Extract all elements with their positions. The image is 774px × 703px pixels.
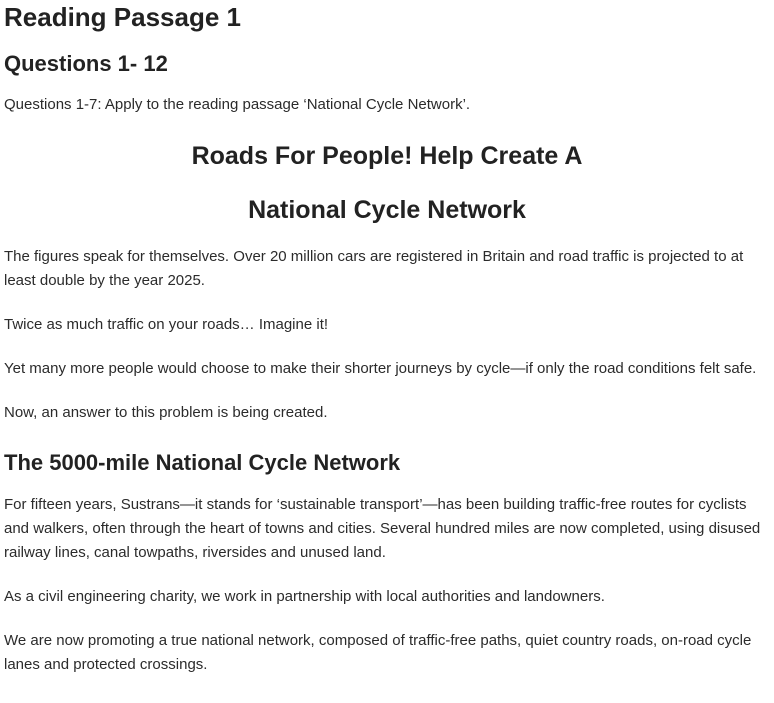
article-paragraph-4: Now, an answer to this problem is being … — [4, 404, 328, 421]
section-paragraph-1: For fifteen years, Sustrans—it stands fo… — [4, 496, 761, 561]
article: Roads For People! Help Create A National… — [4, 141, 770, 677]
section-paragraph-3: We are now promoting a true national net… — [4, 632, 752, 673]
questions-heading: Questions 1- 12 — [4, 51, 168, 76]
article-paragraph-2: Twice as much traffic on your roads… Ima… — [4, 316, 329, 333]
page-title: Reading Passage 1 — [4, 2, 241, 32]
section-paragraph-2: As a civil engineering charity, we work … — [4, 588, 605, 605]
article-paragraph-1: The figures speak for themselves. Over 2… — [4, 248, 744, 289]
reading-passage-page: Reading Passage 1 Questions 1- 12 Questi… — [0, 0, 774, 703]
instructions-text: Questions 1-7: Apply to the reading pass… — [4, 96, 471, 113]
article-paragraph-3: Yet many more people would choose to mak… — [4, 360, 757, 377]
article-title-line-1: Roads For People! Help Create A — [191, 142, 583, 170]
section-heading: The 5000-mile National Cycle Network — [4, 450, 401, 475]
article-title-line-2: National Cycle Network — [248, 196, 526, 224]
